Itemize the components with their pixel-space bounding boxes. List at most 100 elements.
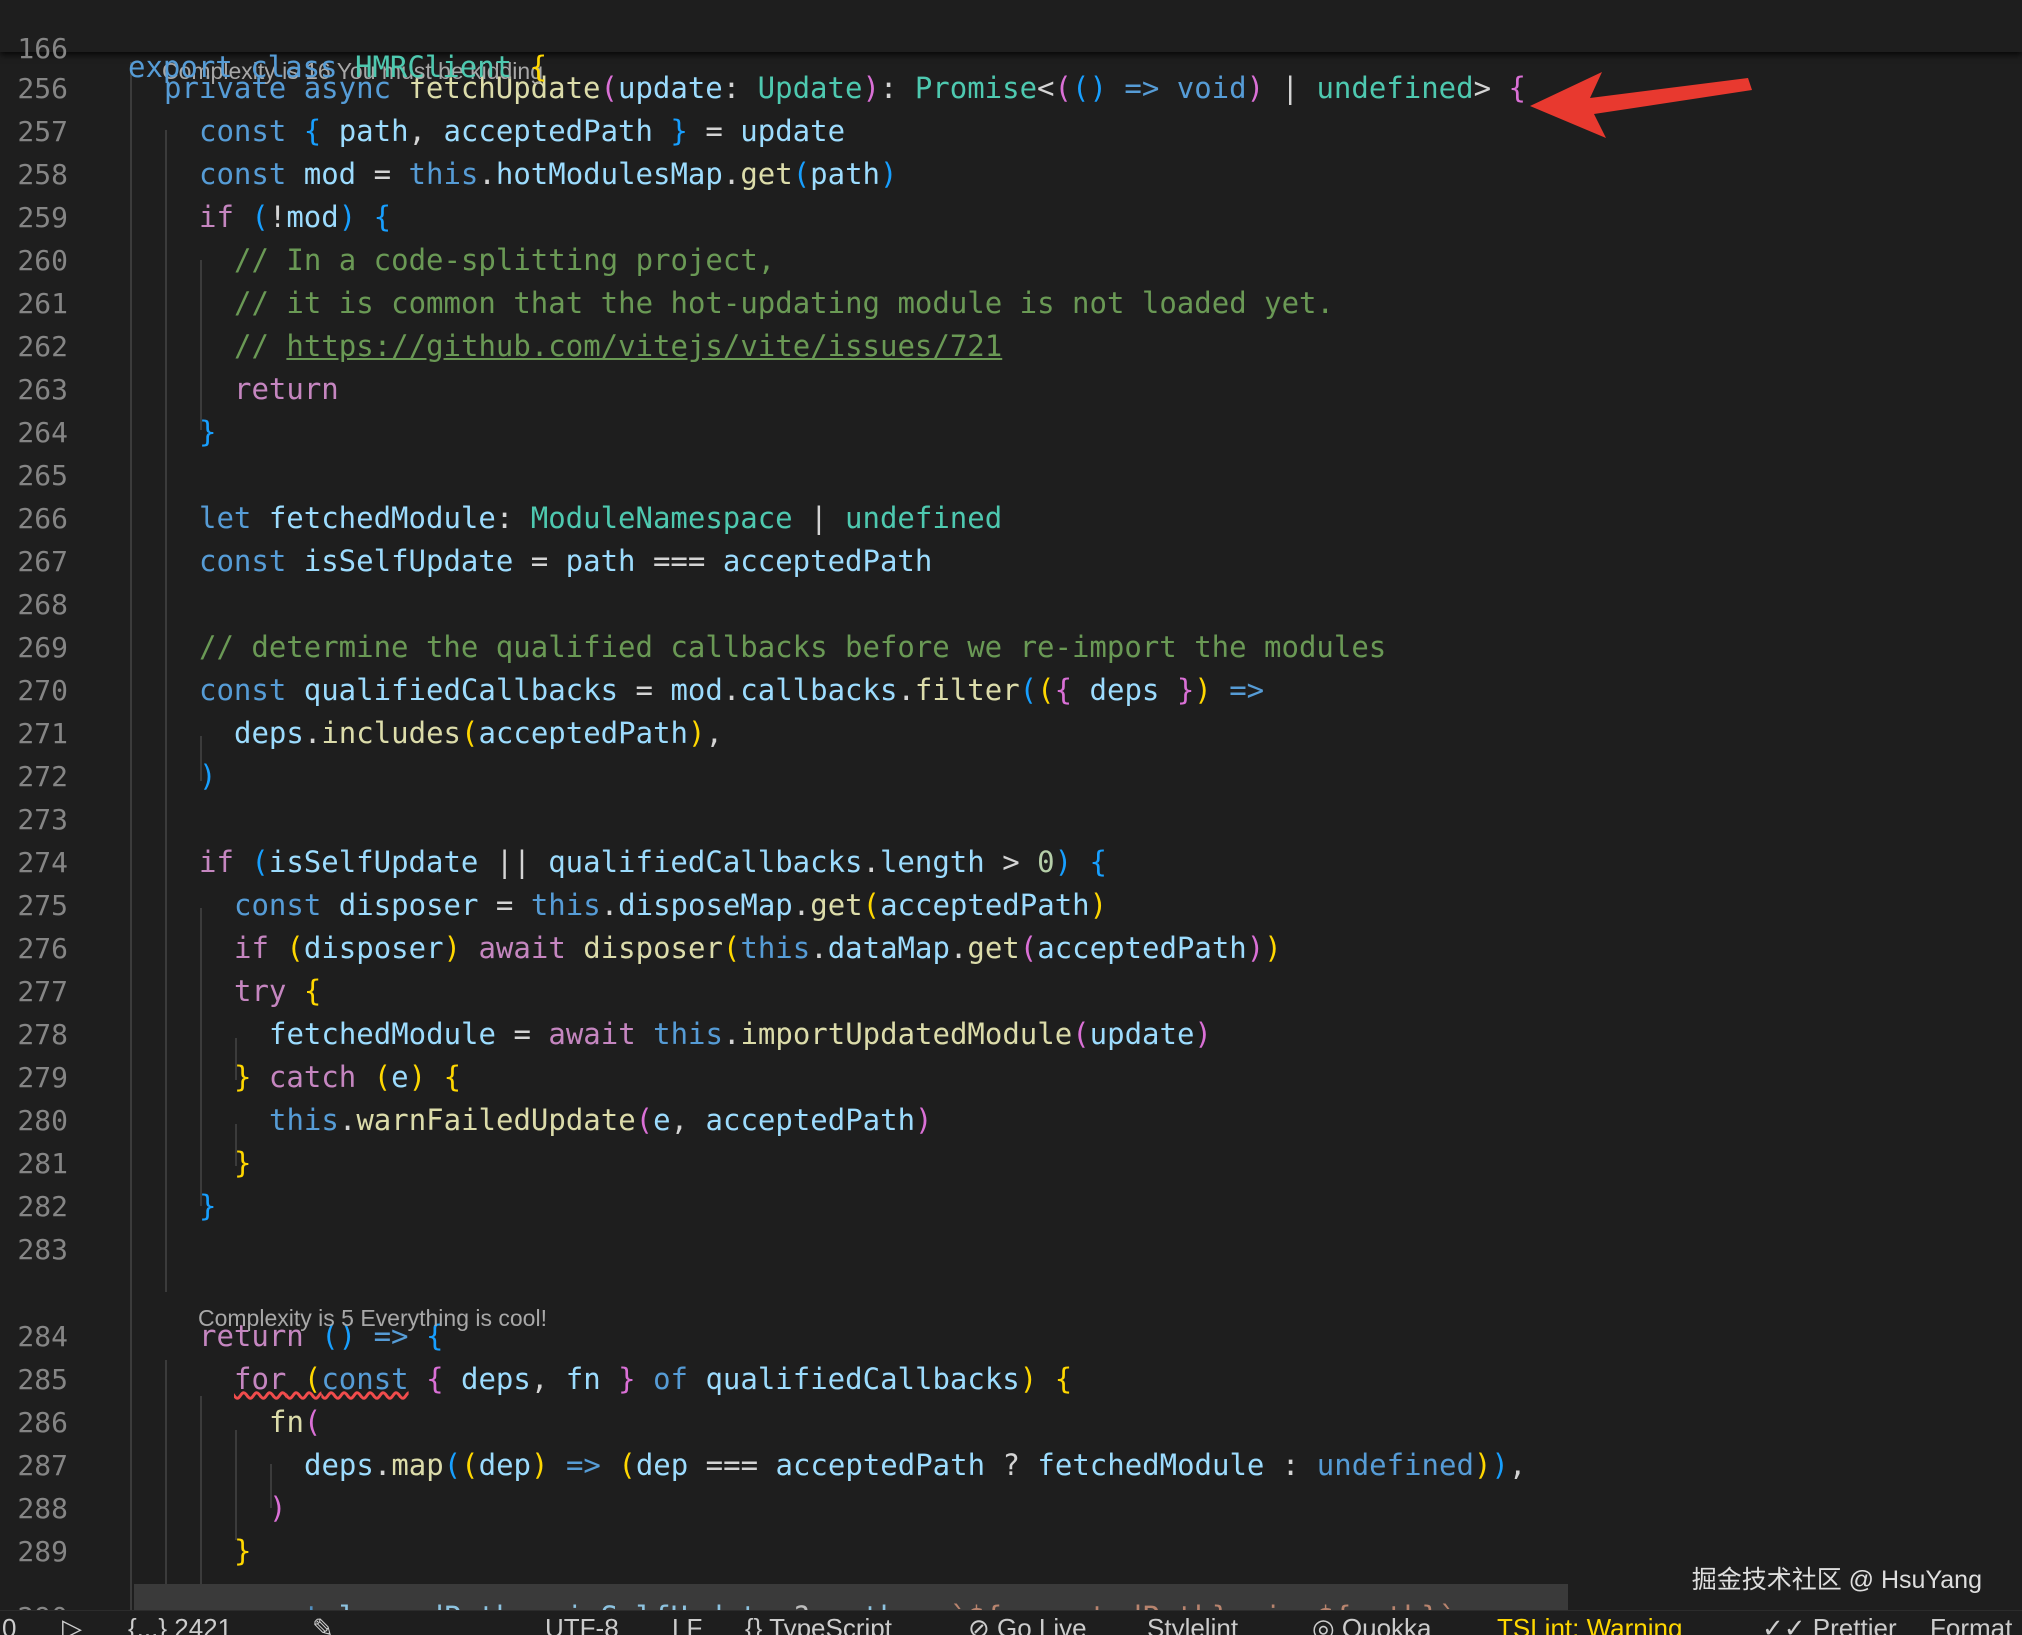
- code-line[interactable]: 285 for (const { deps, fn } of qualifiedC…: [0, 1358, 2022, 1401]
- code-text: return: [234, 368, 339, 411]
- code-line[interactable]: 269 // determine the qualified callbacks …: [0, 626, 2022, 669]
- status-format[interactable]: Format: [1930, 1613, 2012, 1635]
- line-number: 288: [17, 1492, 68, 1525]
- code-token: ||: [478, 845, 549, 879]
- status-stylelint[interactable]: Stylelint: [1147, 1613, 1238, 1635]
- code-line[interactable]: 279} catch (e) {: [0, 1056, 2022, 1099]
- status-encoding[interactable]: UTF-8: [545, 1613, 619, 1635]
- code-token: {: [1089, 845, 1107, 879]
- code-line[interactable]: 270 const qualifiedCallbacks = mod.callba…: [0, 669, 2022, 712]
- code-token: acceptedPath: [880, 888, 1090, 922]
- code-token: (: [1019, 673, 1038, 707]
- code-token: ): [687, 716, 706, 750]
- sticky-scroll-header[interactable]: 166 export class HMRClient {: [0, 0, 2022, 84]
- code-line[interactable]: 262 // https://github.com/vitejs/vite/iss…: [0, 325, 2022, 368]
- code-token: update: [740, 114, 846, 148]
- code-text: const qualifiedCallbacks = mod.callbacks…: [199, 669, 1264, 712]
- code-token: includes: [321, 716, 461, 750]
- code-token: ): [1194, 673, 1212, 707]
- line-number: 273: [17, 803, 68, 836]
- code-line[interactable]: 278 fetchedModule = await this.importUpda…: [0, 1013, 2022, 1056]
- status-eol[interactable]: LF: [672, 1613, 702, 1635]
- code-line[interactable]: 275 const disposer = this.disposeMap.get(…: [0, 884, 2022, 927]
- code-token: acceptedPath: [1037, 931, 1247, 965]
- code-line[interactable]: 286 fn(: [0, 1401, 2022, 1444]
- code-token: e: [653, 1103, 671, 1137]
- code-line[interactable]: 274 if (isSelfUpdate || qualifiedCallback…: [0, 841, 2022, 884]
- code-token: (: [1037, 673, 1055, 707]
- status-symbols[interactable]: {...} 2421: [128, 1613, 232, 1635]
- code-token: isSelfUpdate: [566, 1600, 776, 1610]
- code-token: 0: [1037, 845, 1055, 879]
- code-token: const: [199, 157, 304, 191]
- line-number: 281: [17, 1147, 68, 1180]
- code-token: ): [531, 1448, 549, 1482]
- code-token: get: [740, 157, 793, 191]
- code-token: ===: [688, 1448, 776, 1482]
- code-token: =: [478, 888, 531, 922]
- code-line[interactable]: 265: [0, 454, 2022, 497]
- watermark: 掘金技术社区 @ HsuYang: [1691, 1566, 1982, 1594]
- code-token: undefined: [845, 501, 1003, 535]
- code-token: .: [338, 1103, 357, 1137]
- code-token: mod: [286, 200, 339, 234]
- code-token: try: [234, 974, 304, 1008]
- code-line[interactable]: 271 deps.includes(acceptedPath),: [0, 712, 2022, 755]
- partial-code-line: const loggedPath = isSelfUpdate ? path :…: [134, 1584, 1568, 1610]
- code-line[interactable]: 288): [0, 1487, 2022, 1530]
- line-number: 286: [17, 1406, 68, 1439]
- code-token: // determine the qualified callbacks bef…: [199, 630, 1387, 664]
- arrow-left-icon: [1530, 72, 1752, 138]
- code-line[interactable]: 287 deps.map((dep) => (dep === acceptedPa…: [0, 1444, 2022, 1487]
- code-token: export: [128, 50, 251, 84]
- status-run-icon[interactable]: ▷: [62, 1613, 82, 1635]
- code-token: ): [880, 157, 898, 191]
- code-line[interactable]: 281}: [0, 1142, 2022, 1185]
- status-quokka[interactable]: ◎ Quokka: [1312, 1613, 1432, 1635]
- status-edit-icon[interactable]: ✎: [312, 1613, 334, 1635]
- code-token: .: [722, 1017, 741, 1051]
- status-prettier[interactable]: ✓✓ Prettier: [1762, 1613, 1897, 1635]
- code-line[interactable]: 282}: [0, 1185, 2022, 1228]
- code-token: ): [1089, 888, 1108, 922]
- status-go-live[interactable]: ⊘ Go Live: [968, 1613, 1087, 1635]
- line-number: 265: [17, 459, 68, 492]
- code-token: filter: [914, 673, 1020, 707]
- code-line[interactable]: 266 let fetchedModule: ModuleNamespace | …: [0, 497, 2022, 540]
- code-line[interactable]: 277 try {: [0, 970, 2022, 1013]
- code-line[interactable]: 258 const mod = this.hotModulesMap.get(pa…: [0, 153, 2022, 196]
- code-token: ): [1019, 1362, 1038, 1396]
- code-text: export class HMRClient {: [128, 46, 547, 89]
- code-token: =: [495, 1017, 549, 1051]
- code-token: // In a code-splitting project,: [234, 243, 776, 277]
- code-line[interactable]: 268: [0, 583, 2022, 626]
- code-line[interactable]: 260 // In a code-splitting project,: [0, 239, 2022, 282]
- indent-guide: [165, 1360, 167, 1610]
- status-remote[interactable]: 0: [2, 1613, 16, 1635]
- status-tslint[interactable]: TSLint: Warning: [1497, 1613, 1682, 1635]
- code-token: {: [443, 1060, 462, 1094]
- line-number: 275: [17, 889, 68, 922]
- code-line[interactable]: 263 return: [0, 368, 2022, 411]
- code-line[interactable]: 272): [0, 755, 2022, 798]
- code-line[interactable]: 280 this.warnFailedUpdate(e, acceptedPath…: [0, 1099, 2022, 1142]
- code-line[interactable]: 267 const isSelfUpdate = path === accepte…: [0, 540, 2022, 583]
- code-line[interactable]: 276 if (disposer) await disposer(this.dat…: [0, 927, 2022, 970]
- complexity-codelens[interactable]: Complexity is 5 Everything is cool!: [198, 1305, 547, 1332]
- code-token: path: [338, 114, 409, 148]
- code-editor[interactable]: 166 export class HMRClient { 256 private …: [0, 0, 2022, 1610]
- code-token: (: [600, 71, 618, 105]
- code-line[interactable]: 259 if (!mod) {: [0, 196, 2022, 239]
- code-token: ): [408, 1060, 427, 1094]
- code-text: if (!mod) {: [199, 196, 391, 239]
- code-line[interactable]: 264}: [0, 411, 2022, 454]
- code-token: |: [1264, 71, 1317, 105]
- code-line[interactable]: 273: [0, 798, 2022, 841]
- line-number: 266: [17, 502, 68, 535]
- code-text: this.warnFailedUpdate(e, acceptedPath): [269, 1099, 933, 1142]
- status-language[interactable]: {} TypeScript: [745, 1613, 892, 1635]
- code-token: fetchedModule: [269, 1017, 496, 1051]
- line-number: 258: [17, 158, 68, 191]
- code-line[interactable]: 261 // it is common that the hot-updating…: [0, 282, 2022, 325]
- code-line[interactable]: 283: [0, 1228, 2022, 1271]
